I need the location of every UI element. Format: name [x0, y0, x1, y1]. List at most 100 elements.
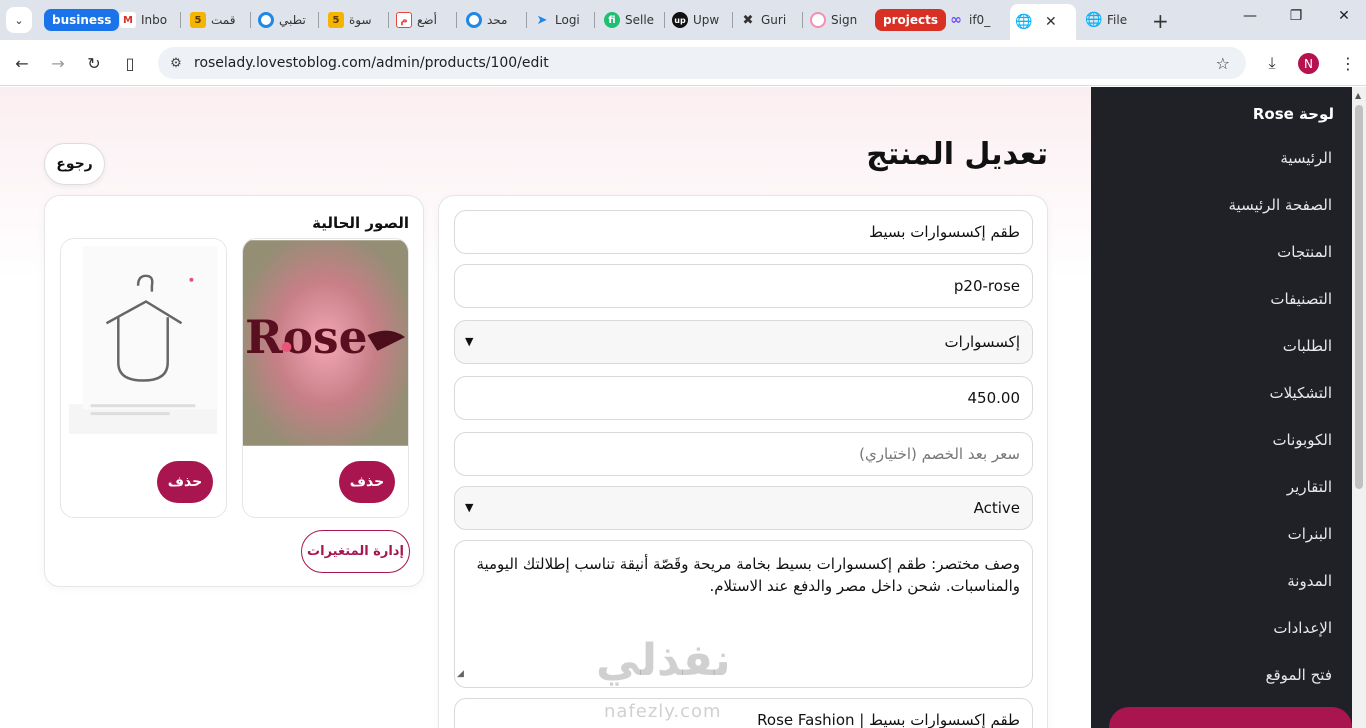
image-tile-logo: Rose حذف — [242, 238, 409, 518]
reading-mode-icon[interactable]: ▯ — [118, 51, 142, 75]
tab-gmail[interactable]: M Inbo — [114, 6, 176, 34]
description-textarea[interactable]: وصف مختصر: طقم إكسسوارات بسيط بخامة مريح… — [454, 540, 1033, 688]
back-button[interactable]: رجوع — [44, 143, 105, 185]
tab-separator — [180, 12, 181, 28]
site-info-icon[interactable]: ⚙ — [166, 56, 186, 71]
more-menu-icon[interactable]: ⋮ — [1336, 51, 1360, 75]
sidebar-logout-button[interactable] — [1109, 707, 1352, 728]
sidebar-brand: لوحة Rose — [1252, 105, 1334, 123]
image-tile-placeholder: حذف — [60, 238, 227, 518]
tab-file[interactable]: 🌐 File — [1080, 6, 1146, 34]
url-text[interactable]: roselady.lovestoblog.com/admin/products/… — [194, 55, 549, 71]
tab-fiverr[interactable]: fi Selle — [598, 6, 662, 34]
sidebar-item-settings[interactable]: الإعدادات — [1273, 619, 1332, 637]
sidebar-item-categories[interactable]: التصنيفات — [1270, 290, 1332, 308]
circle-icon — [466, 12, 482, 28]
back-arrow-icon[interactable]: ← — [10, 51, 34, 75]
sidebar-item-reports[interactable]: التقارير — [1287, 478, 1332, 496]
placeholder-image — [61, 240, 226, 446]
sidebar-item-banners[interactable]: البنرات — [1288, 525, 1332, 543]
new-tab-plus-icon[interactable]: + — [1152, 9, 1169, 33]
minimize-icon[interactable]: — — [1240, 8, 1260, 24]
sidebar-item-homepage[interactable]: الصفحة الرئيسية — [1229, 196, 1333, 214]
product-name-input[interactable]: طقم إكسسوارات بسيط — [454, 210, 1033, 254]
close-window-icon[interactable]: ✕ — [1334, 8, 1354, 24]
browser-toolbar: ← → ↻ ▯ ⚙ roselady.lovestoblog.com/admin… — [0, 40, 1366, 86]
tab-login[interactable]: ➤ Logi — [528, 6, 592, 34]
sidebar-item-products[interactable]: المنتجات — [1277, 243, 1332, 261]
infinity-icon: ∞ — [950, 12, 962, 28]
tab-group-business[interactable]: business — [44, 9, 120, 31]
sidebar-item-collections[interactable]: التشكيلات — [1269, 384, 1332, 402]
tab-circle-b[interactable]: محد — [460, 6, 524, 34]
globe-icon: 🌐 — [1085, 12, 1103, 28]
tab-separator — [594, 12, 595, 28]
chevron-down-icon: ▼ — [465, 501, 474, 514]
download-icon[interactable]: ⤓ — [1260, 51, 1284, 75]
fiverr-icon: fi — [604, 12, 620, 28]
tab-separator — [456, 12, 457, 28]
status-select-value: Active — [973, 499, 1020, 517]
status-select[interactable]: Active ▼ — [454, 486, 1033, 530]
tab-search-button[interactable]: ⌄ — [6, 7, 32, 33]
sidebar-item-open-site[interactable]: فتح الموقع — [1266, 666, 1332, 684]
tab-guru[interactable]: ✖ Guri — [734, 6, 800, 34]
price-input[interactable]: 450.00 — [454, 376, 1033, 420]
chevron-down-icon: ⌄ — [14, 13, 24, 27]
restore-icon[interactable]: ❐ — [1286, 8, 1306, 24]
reload-icon[interactable]: ↻ — [82, 51, 106, 75]
product-sku-input[interactable]: p20-rose — [454, 264, 1033, 308]
tab-infinityfree[interactable]: ∞ if0_ — [942, 6, 1006, 34]
tab-separator — [318, 12, 319, 28]
sidebar-item-orders[interactable]: الطلبات — [1283, 337, 1332, 355]
mostaql-icon: م — [396, 12, 412, 28]
page-title: تعديل المنتج — [866, 137, 1048, 172]
category-select-value: إكسسوارات — [944, 333, 1020, 351]
watermark-url: nafezly.com — [604, 701, 722, 722]
profile-avatar[interactable]: N — [1298, 53, 1319, 74]
sale-price-input[interactable]: سعر بعد الخصم (اختياري) — [454, 432, 1033, 476]
meta-title-input[interactable]: طقم إكسسوارات بسيط | Rose Fashion — [454, 698, 1033, 728]
admin-sidebar: لوحة Rose الرئيسية الصفحة الرئيسية المنت… — [1091, 87, 1352, 728]
page-content: لوحة Rose الرئيسية الصفحة الرئيسية المنت… — [0, 87, 1366, 728]
svg-text:Rose: Rose — [245, 310, 368, 364]
manage-variants-button[interactable]: إدارة المتغيرات — [301, 530, 410, 573]
images-title: الصور الحالية — [312, 214, 409, 232]
category-select[interactable]: إكسسوارات ▼ — [454, 320, 1033, 364]
product-form: طقم إكسسوارات بسيط p20-rose إكسسوارات ▼ … — [438, 195, 1048, 728]
scroll-up-icon[interactable]: ▲ — [1355, 91, 1361, 100]
scrollbar-thumb[interactable] — [1355, 105, 1363, 489]
tab-separator — [526, 12, 527, 28]
current-images-card: الصور الحالية Rose حذف حذف إدارة المتغير… — [44, 195, 424, 587]
sidebar-item-dashboard[interactable]: الرئيسية — [1280, 149, 1332, 167]
five-icon: 5 — [190, 12, 206, 28]
delete-image-button[interactable]: حذف — [339, 461, 395, 503]
sidebar-item-blog[interactable]: المدونة — [1287, 572, 1332, 590]
resize-handle-icon[interactable]: ◢ — [457, 663, 464, 685]
chevron-down-icon: ▼ — [465, 335, 474, 348]
watermark-logo: نفذلي — [596, 635, 731, 686]
tab-circle-a[interactable]: تطبي — [252, 6, 314, 34]
five-icon: 5 — [328, 12, 344, 28]
tab-sign[interactable]: Sign — [804, 6, 868, 34]
globe-icon: 🌐 — [1015, 14, 1033, 30]
tab-5-b[interactable]: 5 سوة — [322, 6, 386, 34]
tab-5-a[interactable]: 5 قمت — [184, 6, 248, 34]
tab-mostaql[interactable]: م أضع — [390, 6, 452, 34]
delete-image-button[interactable]: حذف — [157, 461, 213, 503]
sidebar-item-coupons[interactable]: الكوبونات — [1272, 431, 1332, 449]
browser-tab-strip: ⌄ business M Inbo 5 قمت تطبي 5 سوة م أضع… — [0, 0, 1366, 40]
tab-group-projects[interactable]: projects — [875, 9, 946, 31]
arrow-icon: ➤ — [536, 12, 548, 28]
address-bar[interactable]: ⚙ roselady.lovestoblog.com/admin/product… — [158, 47, 1246, 79]
forward-arrow-icon[interactable]: → — [46, 51, 70, 75]
page-scrollbar[interactable]: ▲ — [1352, 87, 1366, 728]
tab-separator — [664, 12, 665, 28]
tab-upwork[interactable]: up Upw — [666, 6, 730, 34]
close-tab-icon[interactable]: ✕ — [1045, 14, 1057, 30]
tab-active[interactable]: 🌐 ✕ — [1010, 4, 1076, 40]
ring-icon — [810, 12, 826, 28]
tab-separator — [802, 12, 803, 28]
bookmark-star-icon[interactable]: ☆ — [1216, 54, 1230, 73]
upwork-icon: up — [672, 12, 688, 28]
